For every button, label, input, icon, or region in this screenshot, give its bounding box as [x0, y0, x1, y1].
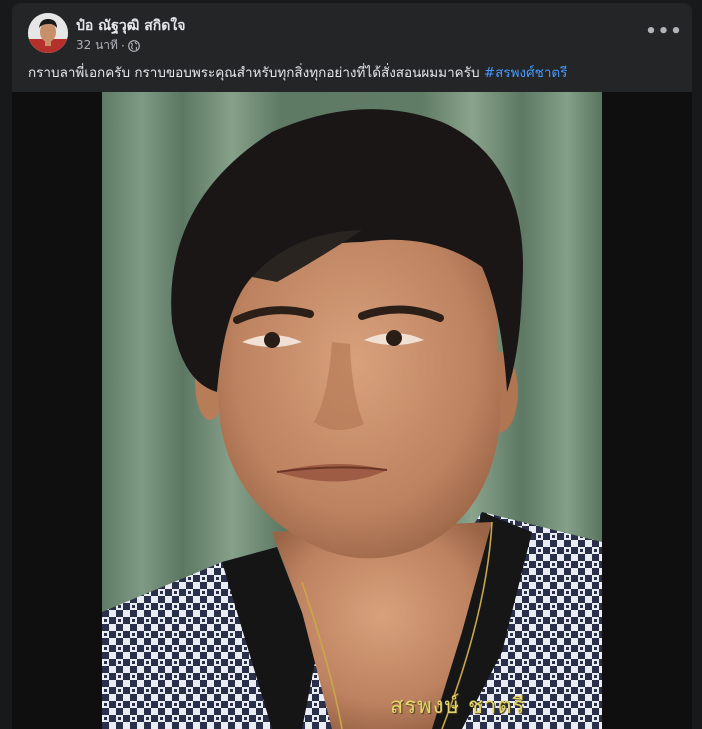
- post-photo[interactable]: สรพงษ์ ชาตรี: [102, 92, 602, 729]
- post-header: ป๋อ ณัฐวุฒิ สกิดใจ 32 นาที · •••: [12, 3, 692, 59]
- more-options-button[interactable]: •••: [645, 17, 682, 45]
- hashtag-link[interactable]: #สรพงศ์ชาตรี: [484, 65, 568, 81]
- more-options-icon: •••: [645, 20, 683, 42]
- avatar-image: [28, 13, 68, 53]
- post-card: ป๋อ ณัฐวุฒิ สกิดใจ 32 นาที · ••• กราบลาพ…: [12, 3, 692, 729]
- page-background: [0, 0, 12, 729]
- post-meta: 32 นาที ·: [76, 36, 140, 55]
- photo-caption: สรพงษ์ ชาตรี: [390, 694, 526, 719]
- post-time[interactable]: 32 นาที: [76, 36, 118, 55]
- post-text-body: กราบลาพี่เอกครับ กราบขอบพระคุณสำหรับทุกส…: [28, 65, 484, 81]
- avatar[interactable]: [28, 13, 68, 53]
- post-text: กราบลาพี่เอกครับ กราบขอบพระคุณสำหรับทุกส…: [28, 64, 678, 82]
- portrait-image: [102, 92, 602, 729]
- author-name[interactable]: ป๋อ ณัฐวุฒิ สกิดใจ: [76, 15, 185, 37]
- globe-icon[interactable]: [127, 39, 140, 52]
- meta-separator: ·: [120, 38, 125, 53]
- photo-area: สรพงษ์ ชาตรี: [12, 92, 692, 729]
